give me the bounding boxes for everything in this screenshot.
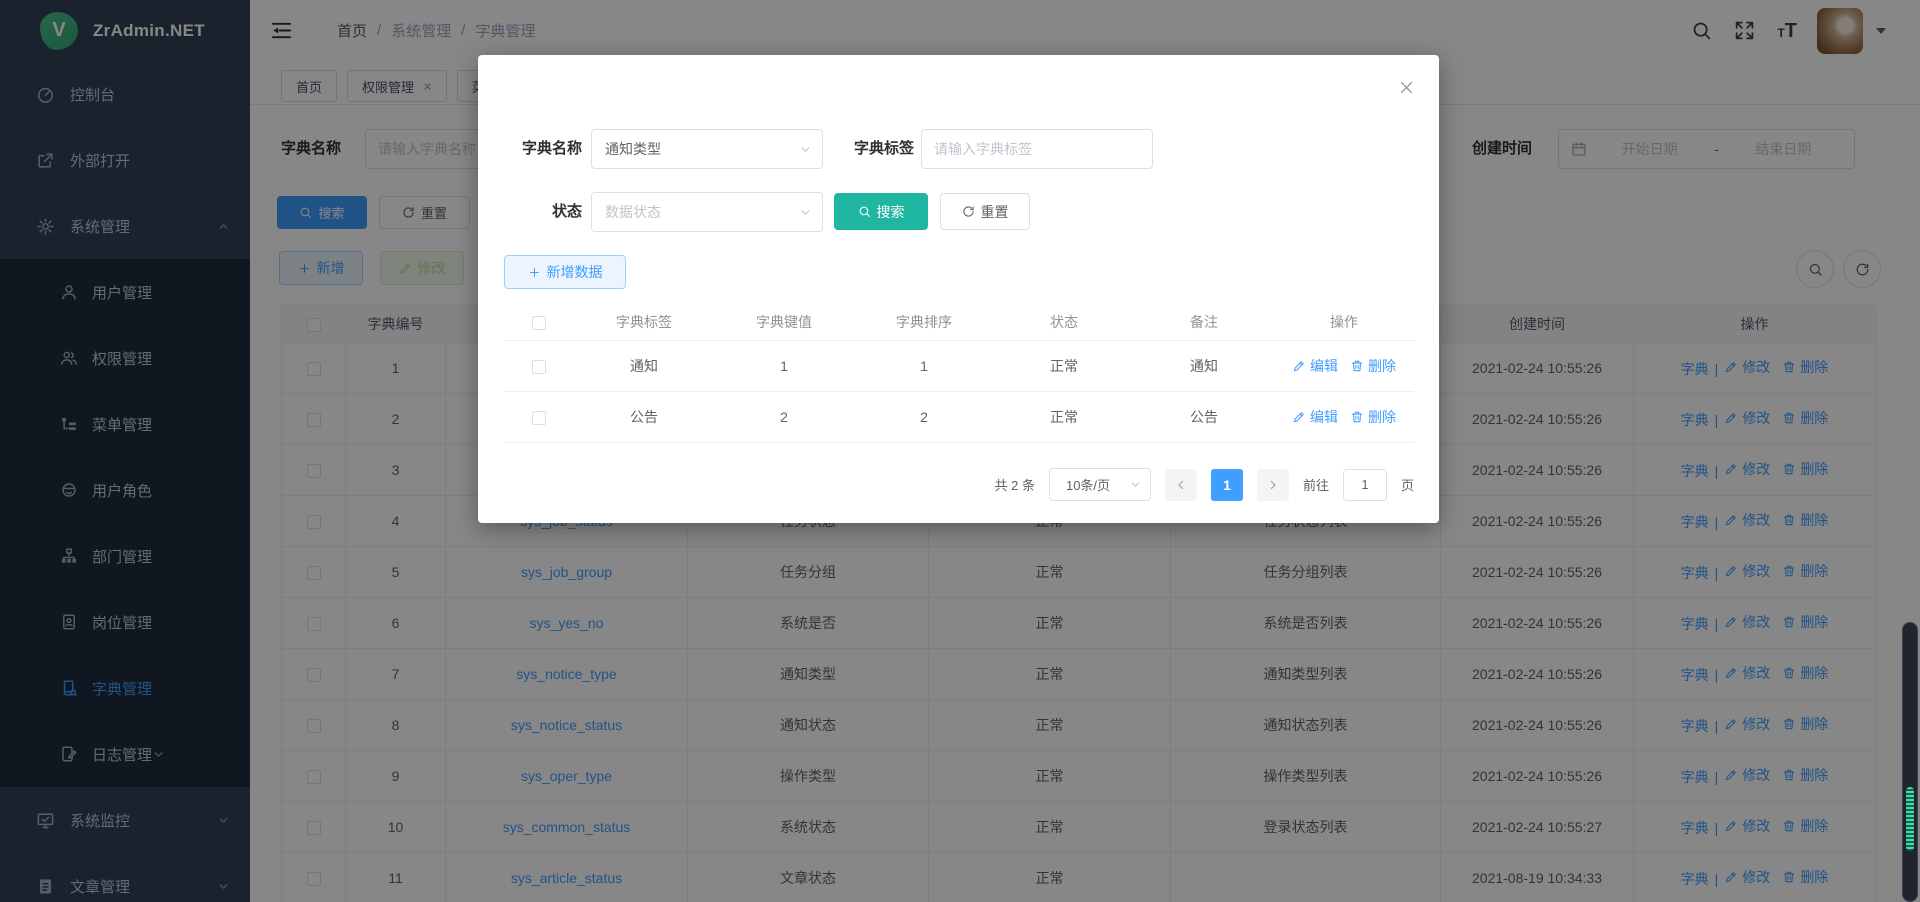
dialog-search-button[interactable]: 搜索 [834,193,928,230]
cell-dict-value: 1 [714,340,854,391]
cell-dict-label: 公告 [574,391,714,442]
dialog-dict-name-label: 字典名称 [504,129,582,169]
plus-icon [528,266,541,279]
close-icon[interactable] [1398,79,1415,96]
pencil-icon [1292,410,1306,424]
dialog-status-select[interactable]: 数据状态 [591,192,823,232]
chevron-down-icon [799,206,812,219]
edit-link[interactable]: 编辑 [1292,356,1338,376]
current-page-button[interactable]: 1 [1211,469,1243,501]
trash-icon [1350,410,1364,424]
cell-status: 正常 [994,340,1134,391]
dict-data-dialog: 字典名称 通知类型 字典标签 状态 数据状态 搜索 重置 新增数据 [478,55,1439,523]
custom-scrollbar-track[interactable] [1902,622,1918,902]
cell-dict-value: 2 [714,391,854,442]
goto-page-input[interactable] [1343,469,1387,501]
header-dict-value: 字典键值 [714,304,854,340]
delete-link[interactable]: 删除 [1350,407,1396,427]
search-icon [858,205,871,218]
trash-icon [1350,359,1364,373]
cell-operations: 编辑删除 [1274,340,1414,391]
cell-dict-sort: 1 [854,340,994,391]
dialog-table-row: 通知 1 1 正常 通知 编辑删除 [504,340,1414,391]
refresh-icon [962,205,975,218]
chevron-left-icon [1175,479,1187,491]
app-root: V ZrAdmin.NET 控制台 外部打开 系统管理 用户管理 [0,0,1920,902]
row-checkbox[interactable] [532,360,546,374]
cell-dict-sort: 2 [854,391,994,442]
delete-link[interactable]: 删除 [1350,356,1396,376]
header-dict-label: 字典标签 [574,304,714,340]
scrollbar-thumb[interactable] [1906,787,1914,851]
dict-data-table: 字典标签 字典键值 字典排序 状态 备注 操作 通知 1 1 正常 通知 编辑删… [504,304,1414,443]
dialog-dict-label-label: 字典标签 [834,129,914,169]
cell-operations: 编辑删除 [1274,391,1414,442]
page-unit-label: 页 [1401,475,1414,494]
page-size-select[interactable]: 10条/页 [1049,468,1151,501]
header-dict-sort: 字典排序 [854,304,994,340]
cell-remark: 通知 [1134,340,1274,391]
cell-status: 正常 [994,391,1134,442]
header-operations: 操作 [1274,304,1414,340]
dialog-reset-button[interactable]: 重置 [940,193,1030,230]
dialog-dict-name-select[interactable]: 通知类型 [591,129,823,169]
cell-dict-label: 通知 [574,340,714,391]
chevron-down-icon [1129,478,1142,491]
pagination-total: 共 2 条 [995,475,1035,494]
pencil-icon [1292,359,1306,373]
cell-remark: 公告 [1134,391,1274,442]
goto-label: 前往 [1303,475,1329,494]
next-page-button[interactable] [1257,469,1289,501]
dialog-status-label: 状态 [504,192,582,232]
dialog-add-data-button[interactable]: 新增数据 [504,255,626,289]
dialog-table-row: 公告 2 2 正常 公告 编辑删除 [504,391,1414,442]
select-all-checkbox[interactable] [532,316,546,330]
prev-page-button[interactable] [1165,469,1197,501]
header-remark: 备注 [1134,304,1274,340]
dialog-table-header-row: 字典标签 字典键值 字典排序 状态 备注 操作 [504,304,1414,340]
dialog-pagination: 共 2 条 10条/页 1 前往 页 [504,468,1414,501]
chevron-right-icon [1267,479,1279,491]
edit-link[interactable]: 编辑 [1292,407,1338,427]
row-checkbox[interactable] [532,411,546,425]
header-status: 状态 [994,304,1134,340]
dialog-dict-label-input[interactable] [921,129,1153,169]
chevron-down-icon [799,143,812,156]
